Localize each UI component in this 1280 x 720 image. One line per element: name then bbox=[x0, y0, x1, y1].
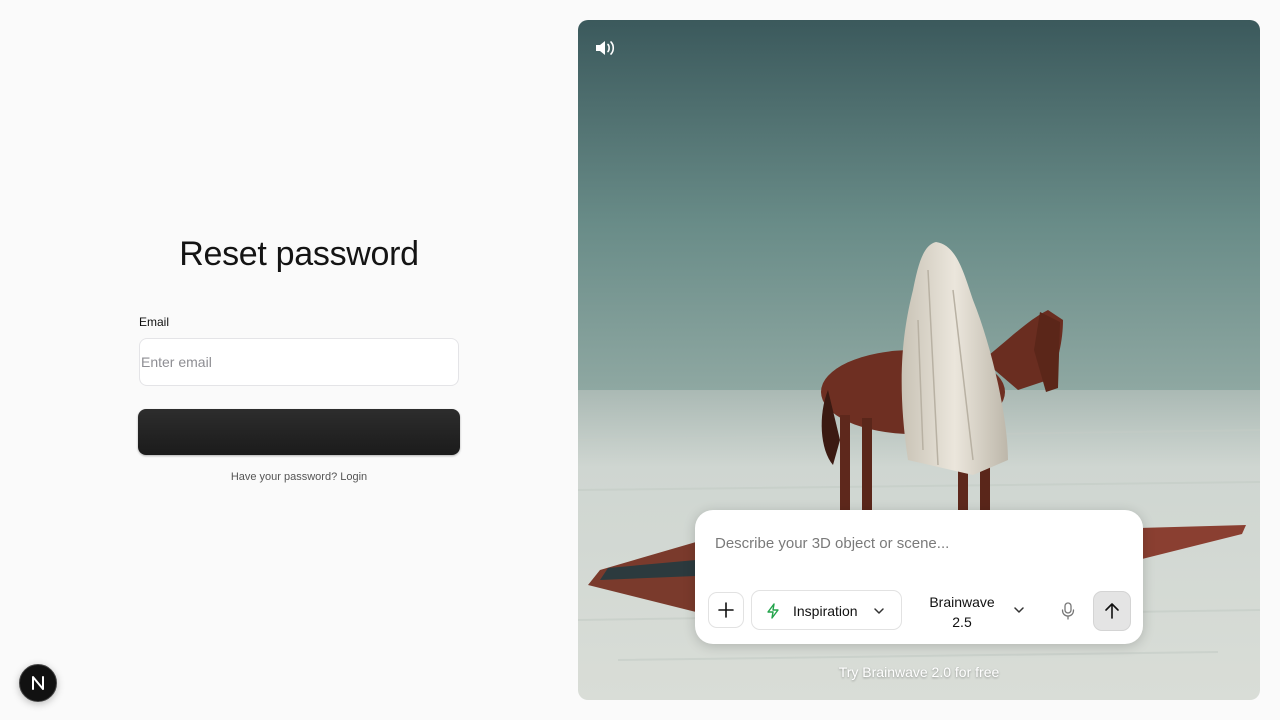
prompt-input[interactable] bbox=[715, 532, 1125, 554]
sound-toggle-button[interactable] bbox=[592, 36, 620, 60]
add-attachment-button[interactable] bbox=[708, 592, 744, 628]
n-logo-icon bbox=[32, 676, 44, 690]
lightning-bolt-icon bbox=[767, 603, 779, 619]
mode-dropdown[interactable]: Inspiration bbox=[751, 590, 902, 630]
microphone-icon bbox=[1061, 602, 1075, 620]
reset-submit-button[interactable] bbox=[138, 409, 460, 455]
model-label: Brainwave 2.5 bbox=[929, 594, 995, 630]
speaker-volume-icon bbox=[596, 41, 615, 55]
model-dropdown[interactable]: Brainwave 2.5 bbox=[911, 590, 1031, 632]
login-prompt[interactable]: Have your password? Login bbox=[138, 471, 460, 483]
reset-password-form: Reset password Email Have your password?… bbox=[138, 232, 460, 483]
email-input[interactable] bbox=[139, 338, 459, 386]
mode-label: Inspiration bbox=[793, 603, 858, 619]
chevron-down-icon bbox=[874, 608, 884, 614]
arrow-up-icon bbox=[1105, 603, 1119, 619]
chevron-down-icon bbox=[1014, 607, 1024, 613]
microphone-button[interactable] bbox=[1057, 600, 1079, 622]
plus-icon bbox=[718, 602, 734, 618]
media-panel: Inspiration Brainwave 2.5 Try Brainwave … bbox=[578, 20, 1260, 700]
page-title: Reset password bbox=[179, 235, 419, 273]
promo-link[interactable]: Try Brainwave 2.0 for free bbox=[578, 664, 1260, 680]
email-label: Email bbox=[139, 315, 170, 329]
send-button[interactable] bbox=[1093, 591, 1131, 631]
next-badge[interactable] bbox=[19, 664, 57, 702]
prompt-card: Inspiration Brainwave 2.5 bbox=[695, 510, 1143, 644]
login-link[interactable]: Have your password? Login bbox=[231, 471, 367, 483]
